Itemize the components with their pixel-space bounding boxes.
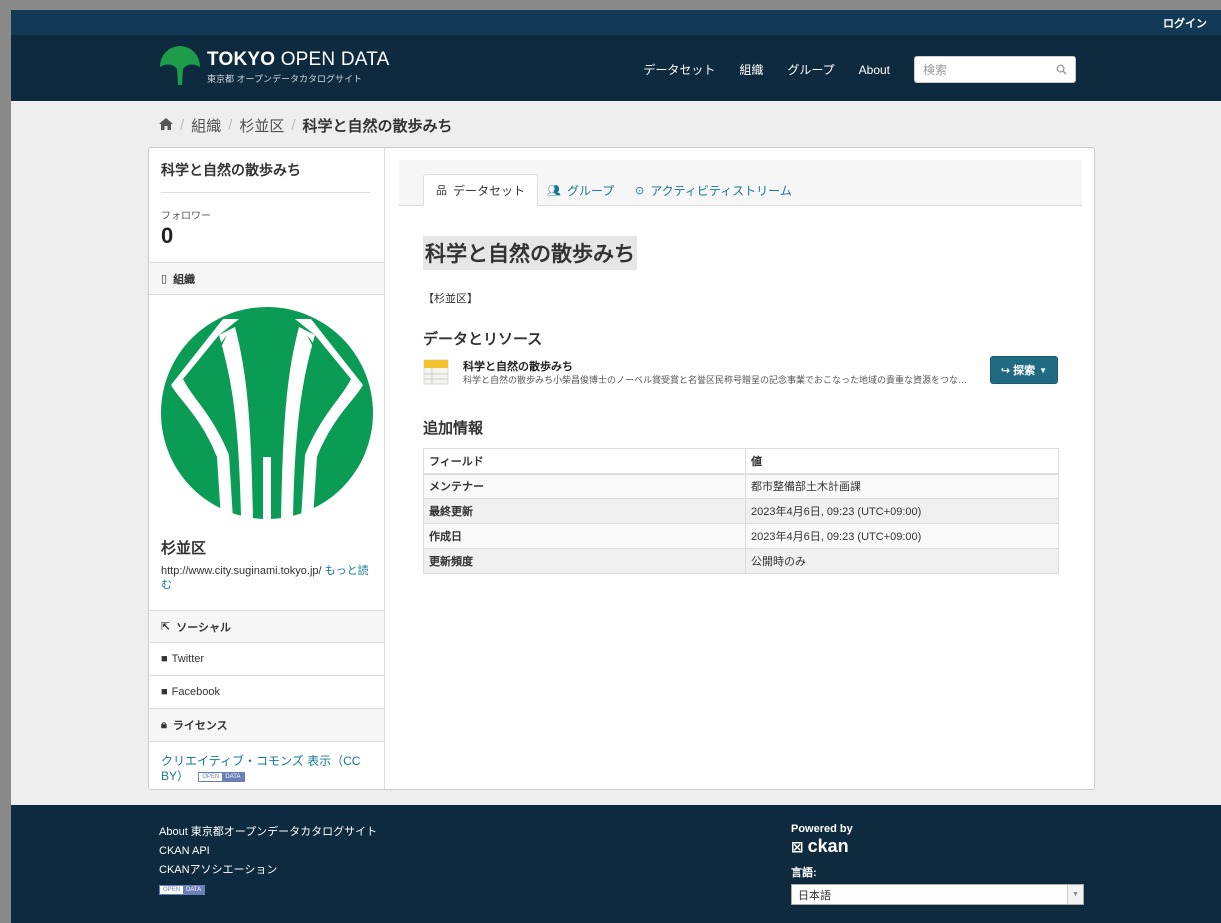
ckan-icon: ⊠ (791, 838, 804, 856)
nav-about[interactable]: About (859, 63, 890, 77)
nav-groups[interactable]: グループ (787, 61, 834, 78)
twitter-icon: ■ (161, 653, 168, 665)
followers-count: 0 (161, 223, 174, 248)
value-cell: 2023年4月6日, 09:23 (UTC+09:00) (745, 523, 1059, 549)
breadcrumb-organization[interactable]: 杉並区 (239, 115, 284, 136)
field-cell: 作成日 (423, 523, 746, 549)
resources-heading: データとリソース (423, 331, 543, 348)
breadcrumb-organizations[interactable]: 組織 (191, 115, 221, 136)
value-cell: 2023年4月6日, 09:23 (UTC+09:00) (745, 498, 1059, 524)
social-facebook[interactable]: ■ Facebook (149, 676, 384, 709)
footer-links: About 東京都オープンデータカタログサイト CKAN API CKANアソシ… (159, 823, 377, 895)
ckan-logo[interactable]: ⊠ ckan (791, 836, 1084, 857)
sidebar: 科学と自然の散歩みち フォロワー 0 ▯ 組織 杉並区 http://www.c… (149, 148, 385, 789)
field-cell: 最終更新 (423, 498, 746, 524)
browser-viewport: ログイン TOKYO OPEN DATA 東京都 オープンデータカタログサイト … (11, 10, 1221, 923)
breadcrumb: / 組織 / 杉並区 / 科学と自然の散歩みち (159, 115, 453, 136)
tab-datasets[interactable]: 品 データセット (423, 174, 539, 206)
primary-content: 品 データセット 👥︎ グループ ⊙ アクティビティストリーム 科学と自然の散歩… (399, 160, 1082, 574)
search-input[interactable] (923, 62, 1056, 77)
organization-heading: ▯ 組織 (149, 262, 384, 295)
search-box (914, 56, 1076, 83)
footer-link-ckan-association[interactable]: CKANアソシエーション (159, 861, 377, 880)
home-icon[interactable] (159, 117, 173, 134)
value-cell: 都市整備部土木計画課 (745, 473, 1059, 499)
share-arrow-icon: ↪ (1000, 364, 1011, 377)
main-nav: データセット 組織 グループ About (643, 56, 1076, 83)
dataset-title: 科学と自然の散歩みち (423, 236, 637, 270)
additional-info-table: フィールド 値 メンテナー 都市整備部土木計画課 最終更新 2023年4月6日,… (423, 448, 1059, 574)
organization-description: http://www.city.suginami.tokyo.jp/ もっと読む (149, 564, 384, 592)
table-row: メンテナー 都市整備部土木計画課 (423, 473, 1059, 499)
breadcrumb-separator: / (291, 117, 296, 134)
lock-icon: 🔒︎ (161, 718, 167, 731)
site-footer: About 東京都オープンデータカタログサイト CKAN API CKANアソシ… (11, 805, 1221, 923)
site-logo[interactable]: TOKYO OPEN DATA 東京都 オープンデータカタログサイト (159, 45, 389, 89)
table-row: 更新頻度 公開時のみ (423, 548, 1059, 574)
explore-button[interactable]: ↪ 探索 ▼ (989, 356, 1058, 384)
footer-right: Powered by ⊠ ckan 言語: 日本語 ▼ (791, 823, 1084, 905)
share-icon: ⇱ (161, 621, 171, 633)
license-block: クリエイティブ・コモンズ 表示（CC BY） OPEN DATA (149, 742, 384, 796)
resource-item[interactable]: 科学と自然の散歩みち 科学と自然の散歩みち小柴昌俊博士のノーベル賞受賞と名誉区民… (423, 356, 1058, 397)
nav-datasets[interactable]: データセット (643, 61, 715, 78)
logo-text: TOKYO OPEN DATA 東京都 オープンデータカタログサイト (207, 49, 389, 85)
logo-title: TOKYO OPEN DATA (207, 49, 390, 70)
logo-subtitle: 東京都 オープンデータカタログサイト (207, 74, 362, 84)
breadcrumb-separator: / (180, 117, 185, 134)
organization-url: http://www.city.suginami.tokyo.jp/ (161, 565, 322, 577)
footer-open-data-badge[interactable]: OPEN DATA (159, 885, 206, 895)
column-header-value: 値 (745, 448, 1059, 475)
caret-down-icon: ▼ (1039, 365, 1047, 375)
account-bar: ログイン (11, 10, 1221, 36)
table-row: 作成日 2023年4月6日, 09:23 (UTC+09:00) (423, 523, 1059, 549)
field-cell: 更新頻度 (423, 548, 746, 574)
organization-name: 杉並区 (161, 540, 207, 557)
value-cell: 公開時のみ (745, 548, 1059, 574)
facebook-icon: ■ (161, 686, 168, 698)
nav-organizations[interactable]: 組織 (739, 61, 763, 78)
masthead: TOKYO OPEN DATA 東京都 オープンデータカタログサイト データセッ… (11, 36, 1221, 101)
content-tabs: 品 データセット 👥︎ グループ ⊙ アクティビティストリーム (399, 160, 1082, 206)
footer-link-ckan-api[interactable]: CKAN API (159, 842, 377, 861)
search-icon[interactable] (1056, 64, 1067, 75)
users-icon: 👥︎ (547, 184, 561, 197)
select-arrow-icon: ▼ (1067, 885, 1083, 904)
csv-file-icon (423, 359, 449, 385)
followers-label: フォロワー (161, 211, 211, 222)
language-label: 言語: (791, 867, 817, 879)
sidebar-dataset-title: 科学と自然の散歩みち (161, 160, 370, 193)
tab-activity-stream[interactable]: ⊙ アクティビティストリーム (623, 174, 804, 206)
sitemap-icon: 品 (436, 185, 447, 197)
login-link[interactable]: ログイン (1163, 15, 1207, 31)
column-header-field: フィールド (423, 448, 746, 475)
table-header-row: フィールド 値 (423, 448, 1059, 475)
table-row: 最終更新 2023年4月6日, 09:23 (UTC+09:00) (423, 498, 1059, 524)
additional-info-heading: 追加情報 (423, 420, 484, 437)
powered-by-label: Powered by (791, 823, 853, 835)
footer-link-about[interactable]: About 東京都オープンデータカタログサイト (159, 823, 377, 842)
clock-icon: ⊙ (635, 184, 645, 197)
open-data-badge[interactable]: OPEN DATA (198, 771, 245, 782)
tab-groups[interactable]: 👥︎ グループ (535, 174, 626, 206)
organization-logo[interactable] (149, 295, 384, 519)
social-heading: ⇱ ソーシャル (149, 610, 384, 643)
breadcrumb-separator: / (228, 117, 233, 134)
license-link[interactable]: クリエイティブ・コモンズ 表示（CC BY） (161, 754, 360, 783)
license-heading: 🔒︎ ライセンス (149, 709, 384, 742)
resource-name[interactable]: 科学と自然の散歩みち (463, 358, 573, 374)
dataset-info-block: 科学と自然の散歩みち フォロワー 0 (149, 148, 384, 249)
social-twitter[interactable]: ■ Twitter (149, 643, 384, 676)
dataset-content: 科学と自然の散歩みち 【杉並区】 データとリソース 科学と自然の散歩みち 科学と… (399, 206, 1082, 574)
breadcrumb-current[interactable]: 科学と自然の散歩みち (303, 115, 453, 136)
dataset-notes: 【杉並区】 (423, 293, 478, 305)
building-icon: ▯ (161, 273, 168, 285)
ginkgo-leaf-icon (160, 46, 200, 85)
suginami-ward-emblem-icon (160, 307, 373, 519)
field-cell: メンテナー (423, 473, 746, 499)
resource-description: 科学と自然の散歩みち小柴昌俊博士のノーベル賞受賞と名誉区民称号贈呈の記念事業でお… (463, 375, 968, 385)
language-select[interactable]: 日本語 ▼ (791, 884, 1084, 905)
content-wrapper: 科学と自然の散歩みち フォロワー 0 ▯ 組織 杉並区 http://www.c… (148, 147, 1095, 790)
